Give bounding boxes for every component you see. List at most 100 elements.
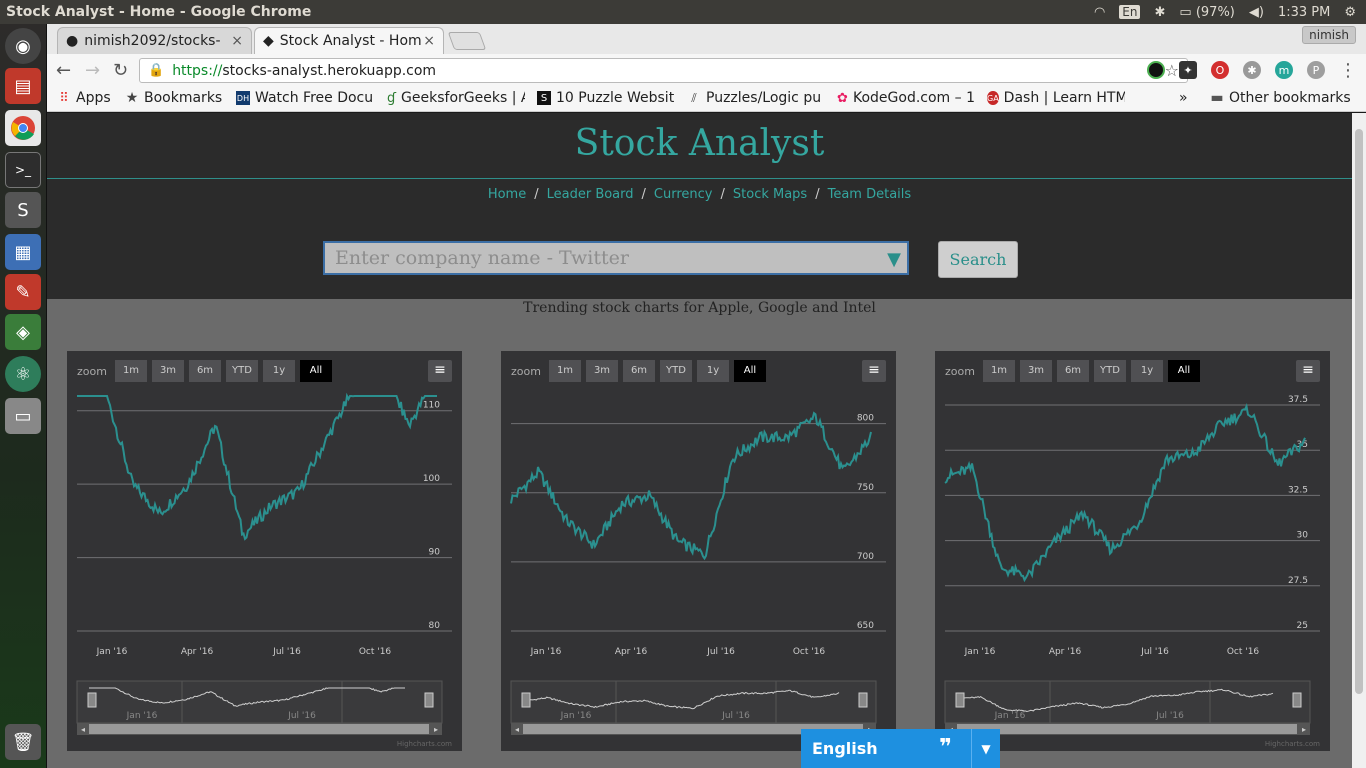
nav-leader-board[interactable]: Leader Board (547, 187, 634, 202)
other-bookmarks[interactable]: ▬ Other bookmarks (1210, 90, 1350, 106)
trash-icon[interactable]: 🗑 (5, 724, 41, 760)
y-tick-label: 100 (423, 474, 440, 484)
android-studio-icon[interactable]: ◈ (5, 314, 41, 350)
nav-home[interactable]: Home (488, 187, 526, 202)
wifi-icon[interactable]: ◠ (1094, 5, 1105, 20)
s-icon: S (537, 91, 551, 105)
bookmark-apps[interactable]: ⠿ Apps (57, 90, 110, 106)
series-line (77, 392, 437, 541)
page-scrollbar[interactable] (1352, 113, 1366, 768)
bookmark-docu[interactable]: DH Watch Free Docu (236, 90, 374, 106)
series-line (510, 411, 872, 561)
chart-svg: 80 90 100 110 Jan '16 Apr '16 Jul '16 Oct '16 Ja… (76, 392, 452, 735)
bookmark-dash[interactable]: GA Dash | Learn HTM (987, 90, 1125, 106)
battery-icon: ▭ (1179, 4, 1192, 20)
address-bar[interactable]: 🔒 https://stocks-analyst.herokuapp.com ☆ (139, 58, 1188, 83)
y-tick-label: 25 (1297, 621, 1308, 631)
nav-team-details[interactable]: Team Details (828, 187, 912, 202)
search-button[interactable]: Search (938, 241, 1018, 278)
nav-stock-maps[interactable]: Stock Maps (733, 187, 807, 202)
bug-icon[interactable]: ✱ (1243, 61, 1261, 79)
chart-intel: zoom 1m 3m 6m YTD 1y All ≡ 25 27.5 30 32.5 35 37.5 Jan… (935, 351, 1330, 751)
battery-indicator[interactable]: ▭ (97%) (1179, 5, 1234, 20)
scroll-left-arrow-icon[interactable]: ◂ (515, 725, 519, 734)
forward-icon[interactable]: → (85, 60, 100, 81)
bookmark-puzzles-logic[interactable]: ⫽ Puzzles/Logic pu (687, 90, 825, 106)
lock-icon: 🔒 (148, 63, 165, 78)
x-tick-label: Jan '16 (964, 647, 996, 657)
company-search-input[interactable]: Enter company name - Twitter ▼ (323, 241, 909, 275)
window-title: Stock Analyst - Home - Google Chrome (6, 4, 312, 20)
navigator-tick-label: Jan '16 (994, 711, 1026, 721)
new-tab-button[interactable] (447, 32, 487, 50)
navigator-handle[interactable] (521, 692, 531, 708)
dropdown-arrow-icon[interactable]: ▼ (887, 245, 901, 275)
translate-quote-icon: ❞ (939, 735, 952, 760)
files-icon[interactable]: ▤ (5, 68, 41, 104)
bookmark-star-icon[interactable]: ☆ (1165, 61, 1179, 80)
bookmark-kodegod[interactable]: ✿ KodeGod.com – 1 (837, 90, 975, 106)
navigator-scrollbar-thumb[interactable] (89, 724, 429, 734)
back-icon[interactable]: ← (56, 60, 71, 81)
navigator-scrollbar-thumb[interactable] (957, 724, 1297, 734)
navigator-handle[interactable] (1292, 692, 1302, 708)
tab-stock-analyst[interactable]: ◆ Stock Analyst - Hom × (254, 27, 444, 54)
volume-icon[interactable]: ◀) (1249, 5, 1264, 20)
bookmarks-overflow-button[interactable]: » (1179, 90, 1188, 106)
reload-icon[interactable]: ↻ (113, 60, 128, 81)
bluetooth-icon[interactable]: ✱ (1154, 5, 1165, 20)
y-tick-label: 750 (857, 483, 874, 493)
close-icon[interactable]: × (423, 33, 435, 49)
close-icon[interactable]: × (231, 33, 243, 49)
navigator-handle[interactable] (87, 692, 97, 708)
evernote-icon[interactable]: ✦ (1179, 61, 1197, 79)
chrome-icon[interactable] (5, 110, 41, 146)
scroll-right-arrow-icon[interactable]: ▸ (434, 725, 438, 734)
atom-icon[interactable]: ⚛ (5, 356, 41, 392)
profile-button[interactable]: nimish (1302, 26, 1356, 44)
language-dropdown-button[interactable]: ▼ (971, 729, 1000, 768)
gfg-icon: ɠ (387, 90, 397, 106)
system-settings-icon[interactable]: ✎ (5, 274, 41, 310)
x-tick-label: Apr '16 (615, 647, 648, 657)
nav-currency[interactable]: Currency (654, 187, 713, 202)
x-tick-label: Jan '16 (96, 647, 128, 657)
chart-credits[interactable]: Highcharts.com (1265, 740, 1320, 748)
navigator-handle[interactable] (955, 692, 965, 708)
drive-icon[interactable]: ▭ (5, 398, 41, 434)
opera-icon[interactable]: O (1211, 61, 1229, 79)
tab-github[interactable]: ● nimish2092/stocks- × (57, 27, 252, 54)
chrome-menu-icon[interactable]: ⋮ (1339, 60, 1357, 81)
y-tick-label: 800 (857, 414, 874, 424)
scroll-left-arrow-icon[interactable]: ◂ (81, 725, 85, 734)
x-tick-label: Jan '16 (530, 647, 562, 657)
search-placeholder: Enter company name - Twitter (335, 247, 629, 269)
settings-gear-icon[interactable]: ⚙ (1344, 5, 1356, 20)
language-selector[interactable]: English ❞ ▼ (801, 729, 1000, 768)
y-tick-label: 30 (1297, 531, 1309, 541)
scrollbar-thumb[interactable] (1355, 129, 1363, 694)
pocket-icon[interactable]: P (1307, 61, 1325, 79)
scroll-right-arrow-icon[interactable]: ▸ (1302, 725, 1306, 734)
chart-credits[interactable]: Highcharts.com (397, 740, 452, 748)
bookmark-puzzle-websites[interactable]: S 10 Puzzle Websit (537, 90, 675, 106)
bookmark-bookmarks[interactable]: ★ Bookmarks (125, 90, 223, 106)
y-tick-label: 90 (429, 548, 441, 558)
terminal-icon[interactable]: >_ (5, 152, 41, 188)
y-tick-label: 37.5 (1288, 395, 1308, 405)
clock[interactable]: 1:33 PM (1278, 5, 1330, 20)
navigator-handle[interactable] (858, 692, 868, 708)
x-tick-label: Oct '16 (359, 647, 392, 657)
navigator-tick-label: Jan '16 (560, 711, 592, 721)
navigator-handle[interactable] (424, 692, 434, 708)
x-tick-label: Apr '16 (1049, 647, 1082, 657)
mercury-icon[interactable]: m (1275, 61, 1293, 79)
y-tick-label: 650 (857, 621, 874, 631)
dash-home-icon[interactable]: ◉ (5, 28, 41, 64)
extension-icon[interactable] (1147, 61, 1165, 79)
sublime-text-icon[interactable]: S (5, 192, 41, 228)
keyboard-layout[interactable]: En (1119, 5, 1141, 19)
writer-icon[interactable]: ▦ (5, 234, 41, 270)
bookmark-geeksforgeeks[interactable]: ɠ GeeksforGeeks | A (387, 90, 525, 106)
apps-grid-icon: ⠿ (59, 90, 69, 106)
